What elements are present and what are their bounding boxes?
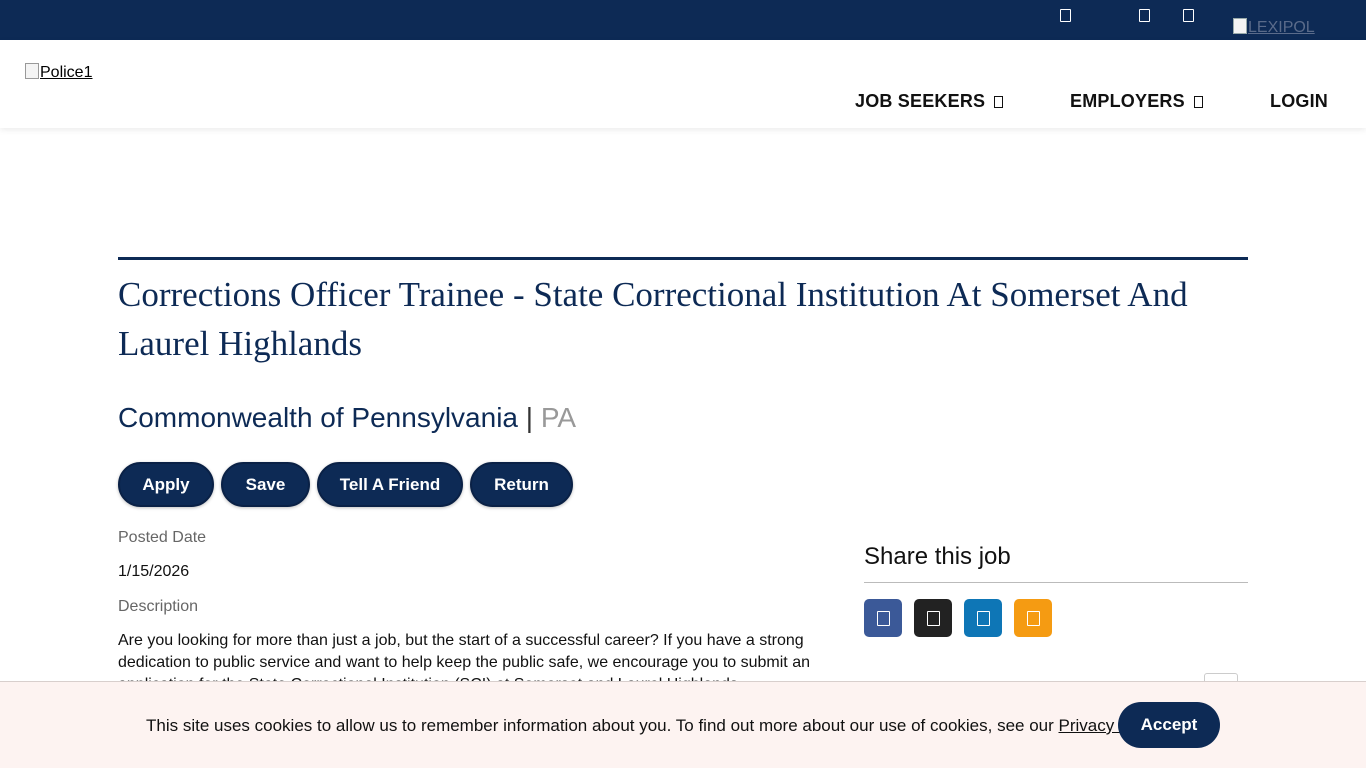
police1-logo-alt: Police1: [40, 64, 93, 81]
accept-cookies-button[interactable]: Accept: [1118, 702, 1220, 748]
return-button[interactable]: Return: [470, 462, 573, 507]
title-divider: [118, 257, 1248, 260]
user-icon[interactable]: [1060, 9, 1071, 22]
posted-date-value: 1/15/2026: [118, 563, 190, 580]
cookie-message: This site uses cookies to allow us to re…: [146, 716, 1168, 736]
tell-a-friend-button[interactable]: Tell A Friend: [317, 462, 463, 507]
linkedin-icon: [976, 610, 990, 626]
description-label: Description: [118, 598, 199, 615]
job-title: Corrections Officer Trainee - State Corr…: [118, 275, 1188, 363]
share-facebook-button[interactable]: [864, 599, 902, 637]
employer-separator: |: [525, 402, 534, 433]
job-state: PA: [540, 402, 577, 433]
facebook-icon: [876, 610, 890, 626]
lexipol-logo-alt: LEXIPOL: [1248, 19, 1315, 36]
broken-image-icon: [25, 63, 39, 79]
nav-employers-label: EMPLOYERS: [1070, 91, 1185, 111]
police1-logo-link[interactable]: Police1: [25, 63, 92, 82]
save-button[interactable]: Save: [221, 462, 310, 507]
nav-job-seekers-label: JOB SEEKERS: [855, 91, 986, 111]
apply-button[interactable]: Apply: [118, 462, 214, 507]
search-icon[interactable]: [1139, 9, 1150, 22]
cookie-text: This site uses cookies to allow us to re…: [146, 716, 1059, 735]
share-email-button[interactable]: [1014, 599, 1052, 637]
chevron-down-icon: [994, 96, 1004, 108]
email-icon: [1026, 610, 1040, 626]
chevron-down-icon: [1193, 96, 1203, 108]
nav-employers[interactable]: EMPLOYERS: [1070, 91, 1203, 112]
share-title: Share this job: [864, 543, 1011, 570]
cookie-banner: This site uses cookies to allow us to re…: [0, 681, 1366, 768]
share-x-button[interactable]: [914, 599, 952, 637]
x-icon: [926, 610, 940, 626]
broken-image-icon: [1233, 18, 1247, 34]
nav-login[interactable]: LOGIN: [1270, 91, 1328, 112]
share-linkedin-button[interactable]: [964, 599, 1002, 637]
employer-line: Commonwealth of Pennsylvania | PA: [118, 402, 576, 434]
lexipol-logo-link[interactable]: LEXIPOL: [1233, 18, 1315, 37]
posted-date-label: Posted Date: [118, 529, 207, 546]
share-divider: [864, 582, 1248, 583]
nav-login-label: LOGIN: [1270, 91, 1328, 111]
site-header: Police1 JOB SEEKERS EMPLOYERS LOGIN: [0, 40, 1366, 128]
employer-name[interactable]: Commonwealth of Pennsylvania: [118, 402, 518, 433]
nav-job-seekers[interactable]: JOB SEEKERS: [855, 91, 1004, 112]
menu-icon[interactable]: [1183, 9, 1194, 22]
top-utility-bar: LEXIPOL: [0, 0, 1366, 40]
